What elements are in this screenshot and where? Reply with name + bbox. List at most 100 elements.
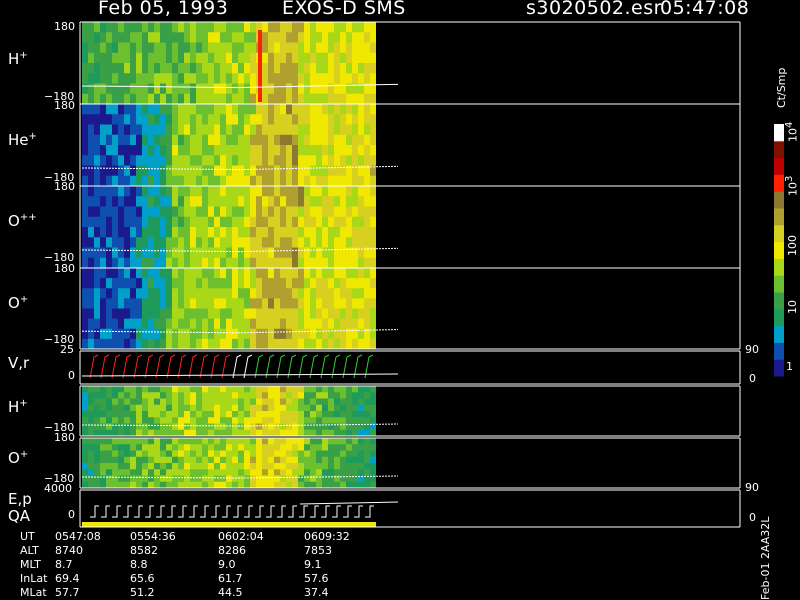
spectrogram-cell <box>124 475 130 483</box>
spectrogram-cell <box>142 463 148 470</box>
spectrogram-cell <box>292 429 298 437</box>
spectrogram-cell <box>364 104 370 115</box>
ep-trace-segment <box>321 505 330 518</box>
spectrogram-cell <box>328 318 334 330</box>
spectrogram-cell <box>274 206 280 218</box>
spectrogram-cell <box>172 73 178 84</box>
spectrogram-cell <box>94 247 100 259</box>
spectrogram-cell <box>106 475 112 483</box>
spectrogram-cell <box>172 196 178 207</box>
spectrogram-cell <box>340 411 346 418</box>
spectrogram-cell <box>142 392 148 399</box>
spectrogram-cell <box>226 398 232 406</box>
spectrogram-cell <box>322 278 328 289</box>
spectrogram-cell <box>274 338 280 350</box>
spectrogram-cell <box>172 83 178 95</box>
spectrogram-cell <box>196 93 202 105</box>
spectrogram-cell <box>352 186 358 197</box>
spectrogram-cell <box>202 175 208 187</box>
spectrogram-cell <box>106 423 112 431</box>
spectrogram-cell <box>280 155 286 166</box>
spectrogram-cell <box>166 93 172 105</box>
spectrogram-cell <box>232 42 238 54</box>
spectrogram-cell <box>94 417 100 424</box>
spectrogram-cell <box>280 216 286 228</box>
spectrogram-cell <box>214 417 220 424</box>
spectrogram-cell <box>208 463 214 470</box>
spectrogram-cell <box>148 134 154 146</box>
spectrogram-cell <box>280 456 286 464</box>
spectrogram-cell <box>214 318 220 330</box>
spectrogram-cell <box>178 134 184 146</box>
spectrogram-cell <box>262 411 268 418</box>
spectrogram-cell <box>310 114 316 125</box>
spectrogram-cell <box>244 469 250 476</box>
spectrogram-cell <box>112 73 118 84</box>
spectrogram-cell <box>316 22 322 33</box>
spectrogram-cell <box>196 423 202 431</box>
spectrogram-cell <box>148 165 154 177</box>
spectrogram-cell <box>364 278 370 289</box>
spectrogram-cell <box>118 93 124 105</box>
spectrogram-cell <box>298 463 304 470</box>
spectrogram-cell <box>130 22 136 33</box>
spectrogram-cell <box>118 104 124 115</box>
spectrogram-cell <box>358 404 364 412</box>
spectrogram-cell <box>214 308 220 320</box>
spectrogram-cell <box>340 469 346 476</box>
spectrogram-cell <box>244 398 250 406</box>
spectrogram-cell <box>352 463 358 470</box>
spectrogram-cell <box>148 175 154 187</box>
spectrogram-cell <box>178 338 184 350</box>
spectrogram-cell <box>292 257 298 269</box>
spectrogram-cell <box>328 216 334 228</box>
spectrogram-cell <box>154 216 160 228</box>
spectrogram-cell <box>232 104 238 115</box>
spectrogram-cell <box>148 444 154 451</box>
spectrogram-cell <box>232 411 238 418</box>
spectrogram-cell <box>154 392 160 399</box>
spectrogram-cell <box>130 145 136 156</box>
spectrogram-cell <box>106 392 112 399</box>
spectrogram-cell <box>244 134 250 146</box>
spectrogram-cell <box>82 93 88 105</box>
spectrogram-cell <box>148 206 154 218</box>
spectrogram-cell <box>130 216 136 228</box>
spectrogram-cell <box>292 417 298 424</box>
spectrogram-cell <box>184 338 190 350</box>
spectrogram-cell <box>286 206 292 218</box>
spectrogram-cell <box>364 404 370 412</box>
spectrogram-cell <box>364 196 370 207</box>
spectrogram-cell <box>274 186 280 197</box>
spectrogram-cell <box>94 268 100 279</box>
spectrogram-cell <box>136 450 142 458</box>
spectrogram-cell <box>94 165 100 177</box>
spectrogram-cell <box>118 114 124 125</box>
spectrogram-cell <box>172 318 178 330</box>
spectrogram-cell <box>304 165 310 177</box>
spectrogram-cell <box>154 155 160 166</box>
spectrogram-cell <box>286 398 292 406</box>
spectrogram-cell <box>226 32 232 43</box>
spectrogram-cell <box>316 450 322 458</box>
spectrogram-cell <box>364 114 370 125</box>
spectrogram-cell <box>160 42 166 54</box>
spectrogram-cell <box>148 308 154 320</box>
spectrogram-cell <box>316 227 322 238</box>
spectrogram-cell <box>184 63 190 74</box>
spectrogram-cell <box>352 308 358 320</box>
spectrogram-cell <box>328 429 334 437</box>
spectrogram-cell <box>286 463 292 470</box>
spectrogram-cell <box>340 186 346 197</box>
spectrogram-cell <box>322 124 328 136</box>
spectrogram-cell <box>304 63 310 74</box>
spectrogram-cell <box>214 423 220 431</box>
spectrogram-cell <box>148 404 154 412</box>
spectrogram-cell <box>286 216 292 228</box>
spectrogram-cell <box>106 268 112 279</box>
spectrogram-cell <box>298 22 304 33</box>
spectrogram-cell <box>256 444 262 451</box>
spectrogram-cell <box>202 404 208 412</box>
spectrogram-cell <box>316 404 322 412</box>
spectrogram-cell <box>88 93 94 105</box>
